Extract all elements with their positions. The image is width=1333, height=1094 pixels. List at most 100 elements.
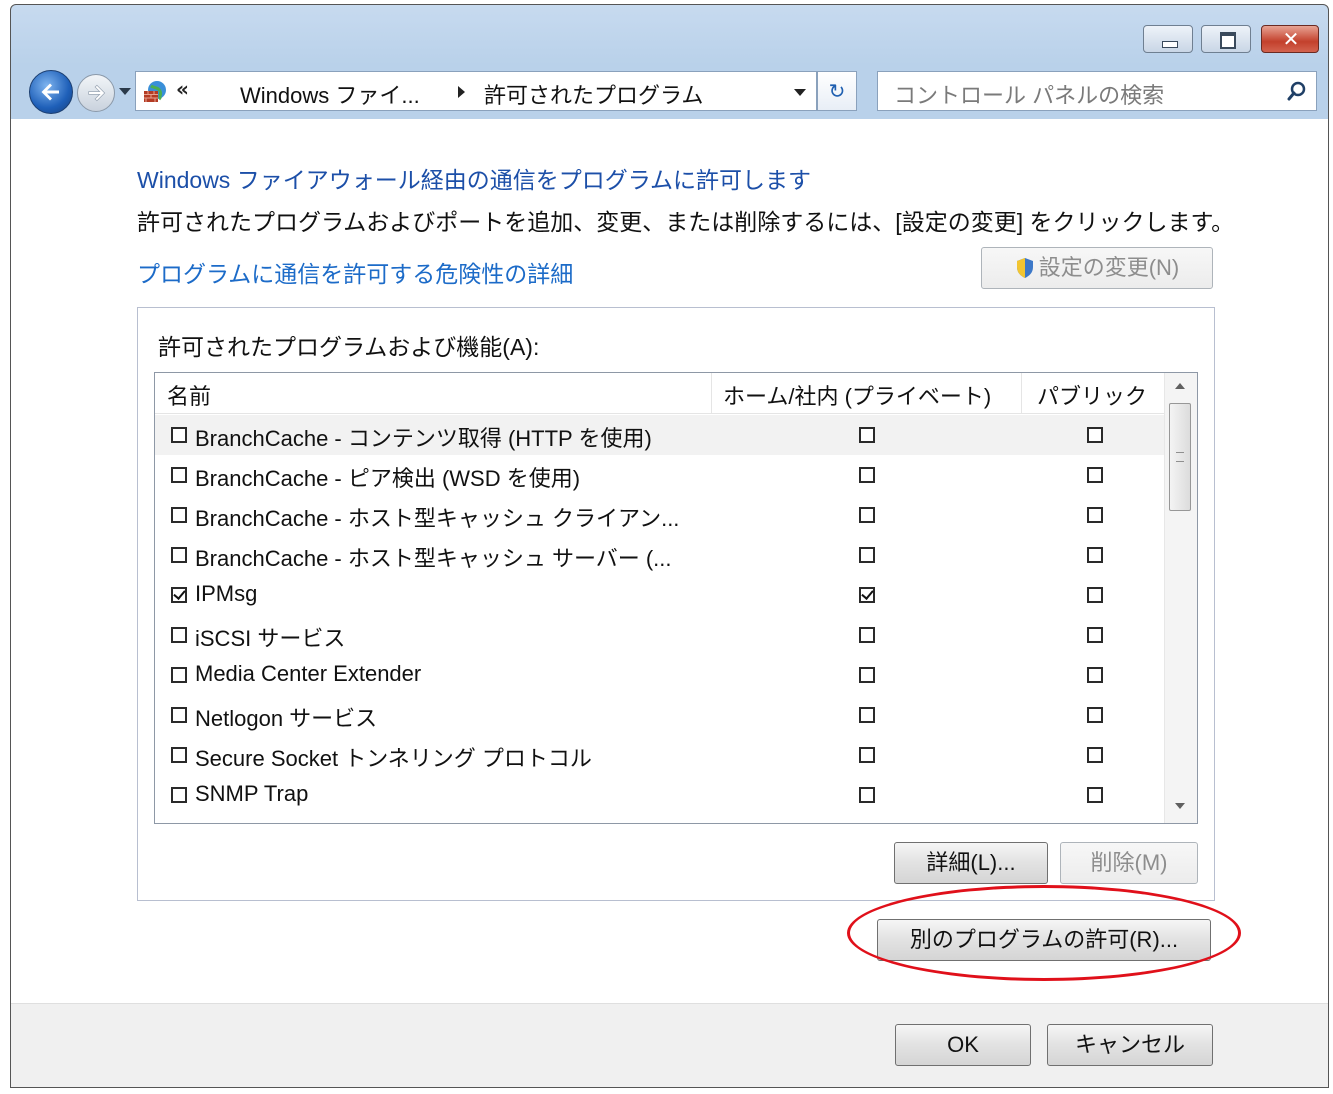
- public-checkbox[interactable]: [1087, 787, 1103, 803]
- minimize-icon: [1162, 41, 1178, 48]
- close-button[interactable]: ✕: [1261, 25, 1319, 53]
- list-item[interactable]: BranchCache - コンテンツ取得 (HTTP を使用): [155, 415, 1165, 455]
- scroll-up-icon[interactable]: [1175, 383, 1185, 389]
- list-item[interactable]: Netlogon サービス: [155, 695, 1165, 735]
- risk-details-link[interactable]: プログラムに通信を許可する危険性の詳細: [137, 255, 573, 289]
- program-name: Media Center Extender: [195, 661, 422, 686]
- program-enabled-checkbox[interactable]: [171, 467, 187, 483]
- forward-button[interactable]: [77, 74, 115, 112]
- program-name: iSCSI サービス: [195, 626, 346, 651]
- column-header-name[interactable]: 名前: [167, 379, 211, 411]
- public-checkbox[interactable]: [1087, 427, 1103, 443]
- home-private-checkbox[interactable]: [859, 427, 875, 443]
- column-divider[interactable]: [711, 373, 712, 413]
- public-checkbox[interactable]: [1087, 747, 1103, 763]
- program-enabled-checkbox[interactable]: [171, 667, 187, 683]
- uac-shield-icon: [1016, 258, 1033, 278]
- list-item[interactable]: iSCSI サービス: [155, 615, 1165, 655]
- instruction-text: 許可されたプログラムおよびポートを追加、変更、または削除するには、[設定の変更]…: [137, 209, 1235, 235]
- home-private-checkbox[interactable]: [859, 547, 875, 563]
- program-name: BranchCache - コンテンツ取得 (HTTP を使用): [195, 426, 652, 451]
- program-name: BranchCache - ホスト型キャッシュ クライアン...: [195, 506, 680, 531]
- program-enabled-checkbox[interactable]: [171, 707, 187, 723]
- home-private-checkbox[interactable]: [859, 707, 875, 723]
- firewall-allowed-programs-window: ✕ « Windows ファイ... 許可されたプログラム ↻ コントロール パ…: [10, 4, 1329, 1088]
- list-item[interactable]: Media Center Extender: [155, 655, 1165, 695]
- home-private-checkbox[interactable]: [859, 747, 875, 763]
- column-header-public[interactable]: パブリック: [1037, 379, 1147, 411]
- cancel-button[interactable]: キャンセル: [1047, 1024, 1213, 1066]
- maximize-icon: [1220, 32, 1236, 49]
- refresh-icon: ↻: [828, 79, 846, 103]
- search-input[interactable]: コントロール パネルの検索: [894, 78, 1164, 110]
- column-header-home[interactable]: ホーム/社内 (プライベート): [723, 379, 991, 411]
- firewall-icon: [144, 81, 166, 102]
- refresh-button[interactable]: ↻: [817, 71, 857, 111]
- public-checkbox[interactable]: [1087, 667, 1103, 683]
- address-dropdown-icon[interactable]: [794, 89, 806, 96]
- list-header: 名前 ホーム/社内 (プライベート) パブリック: [155, 373, 1165, 414]
- list-item[interactable]: IPMsg: [155, 575, 1165, 615]
- recent-pages-dropdown-icon[interactable]: [119, 88, 131, 95]
- home-private-checkbox[interactable]: [859, 667, 875, 683]
- navigation-bar: « Windows ファイ... 許可されたプログラム ↻ コントロール パネル…: [11, 65, 1328, 119]
- program-enabled-checkbox[interactable]: [171, 507, 187, 523]
- program-enabled-checkbox[interactable]: [171, 587, 187, 603]
- breadcrumb-windows-firewall[interactable]: Windows ファイ...: [240, 78, 420, 110]
- list-item[interactable]: BranchCache - ホスト型キャッシュ クライアン...: [155, 495, 1165, 535]
- program-enabled-checkbox[interactable]: [171, 627, 187, 643]
- list-item[interactable]: BranchCache - ピア検出 (WSD を使用): [155, 455, 1165, 495]
- program-name: SNMP Trap: [195, 781, 309, 806]
- main-content: Windows ファイアウォール経由の通信をプログラムに許可します 許可されたプ…: [11, 119, 1328, 1003]
- address-overflow-chevron[interactable]: «: [176, 77, 189, 101]
- change-settings-button[interactable]: 設定の変更(N): [981, 247, 1213, 289]
- vertical-scrollbar[interactable]: [1164, 373, 1197, 823]
- allow-another-program-button[interactable]: 別のプログラムの許可(R)...: [877, 919, 1211, 961]
- home-private-checkbox[interactable]: [859, 507, 875, 523]
- allowed-programs-group: 許可されたプログラムおよび機能(A): 名前 ホーム/社内 (プライベート) パ…: [137, 307, 1215, 901]
- allowed-programs-label: 許可されたプログラムおよび機能(A):: [158, 334, 540, 360]
- back-button[interactable]: [29, 70, 73, 114]
- back-arrow-icon: [41, 83, 59, 101]
- forward-arrow-icon: [88, 84, 106, 102]
- public-checkbox[interactable]: [1087, 507, 1103, 523]
- breadcrumb-allowed-programs[interactable]: 許可されたプログラム: [484, 78, 703, 110]
- close-icon: ✕: [1282, 27, 1300, 51]
- details-button[interactable]: 詳細(L)...: [894, 842, 1048, 884]
- public-checkbox[interactable]: [1087, 707, 1103, 723]
- program-enabled-checkbox[interactable]: [171, 547, 187, 563]
- minimize-button[interactable]: [1143, 25, 1193, 53]
- ok-button[interactable]: OK: [895, 1024, 1031, 1066]
- home-private-checkbox[interactable]: [859, 627, 875, 643]
- scroll-thumb[interactable]: [1169, 403, 1191, 511]
- column-divider[interactable]: [1021, 373, 1022, 413]
- home-private-checkbox[interactable]: [859, 787, 875, 803]
- address-bar[interactable]: « Windows ファイ... 許可されたプログラム: [135, 71, 817, 111]
- program-name: IPMsg: [195, 581, 258, 606]
- maximize-button[interactable]: [1201, 25, 1251, 53]
- scroll-down-icon[interactable]: [1175, 803, 1185, 809]
- grip-icon: [1176, 452, 1184, 462]
- program-enabled-checkbox[interactable]: [171, 787, 187, 803]
- list-item[interactable]: BranchCache - ホスト型キャッシュ サーバー (...: [155, 535, 1165, 575]
- search-box[interactable]: コントロール パネルの検索: [877, 71, 1317, 111]
- program-name: BranchCache - ピア検出 (WSD を使用): [195, 466, 581, 491]
- public-checkbox[interactable]: [1087, 627, 1103, 643]
- search-icon[interactable]: [1286, 80, 1308, 102]
- program-name: BranchCache - ホスト型キャッシュ サーバー (...: [195, 546, 672, 571]
- program-enabled-checkbox[interactable]: [171, 427, 187, 443]
- list-item[interactable]: Secure Socket トンネリング プロトコル: [155, 735, 1165, 775]
- list-item[interactable]: SNMP Trap: [155, 775, 1165, 815]
- home-private-checkbox[interactable]: [859, 587, 875, 603]
- program-name: Secure Socket トンネリング プロトコル: [195, 746, 592, 771]
- page-title: Windows ファイアウォール経由の通信をプログラムに許可します: [137, 167, 812, 193]
- home-private-checkbox[interactable]: [859, 467, 875, 483]
- delete-button[interactable]: 削除(M): [1060, 842, 1198, 884]
- public-checkbox[interactable]: [1087, 467, 1103, 483]
- program-enabled-checkbox[interactable]: [171, 747, 187, 763]
- breadcrumb-separator-icon[interactable]: [458, 86, 465, 98]
- programs-list[interactable]: 名前 ホーム/社内 (プライベート) パブリック BranchCache - コ…: [154, 372, 1198, 824]
- change-settings-label: 設定の変更(N): [1038, 255, 1180, 280]
- public-checkbox[interactable]: [1087, 547, 1103, 563]
- public-checkbox[interactable]: [1087, 587, 1103, 603]
